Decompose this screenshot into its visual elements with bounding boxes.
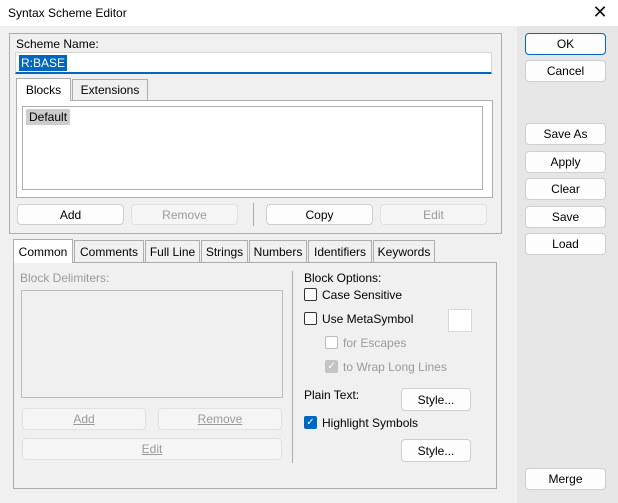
metasymbol-input[interactable] bbox=[448, 309, 472, 332]
clear-button[interactable]: Clear bbox=[525, 178, 606, 200]
cancel-button[interactable]: Cancel bbox=[525, 60, 606, 82]
highlight-symbols-checkbox[interactable]: ✓ bbox=[304, 416, 317, 429]
close-icon[interactable]: ✕ bbox=[590, 3, 610, 23]
tab-strings[interactable]: Strings bbox=[201, 240, 248, 262]
scheme-name-input[interactable]: R:BASE bbox=[15, 52, 492, 74]
window-title: Syntax Scheme Editor bbox=[8, 6, 127, 20]
case-sensitive-checkbox[interactable] bbox=[304, 288, 317, 301]
scheme-name-label: Scheme Name: bbox=[16, 37, 99, 51]
blocks-list[interactable]: Default bbox=[22, 106, 483, 190]
for-escapes-checkbox[interactable] bbox=[325, 336, 338, 349]
add-block-button[interactable]: Add bbox=[17, 204, 124, 225]
side-button-column bbox=[517, 26, 618, 503]
use-metasymbol-label: Use MetaSymbol bbox=[322, 312, 414, 326]
tab-numbers[interactable]: Numbers bbox=[249, 240, 307, 262]
scheme-name-value: R:BASE bbox=[19, 55, 68, 71]
tab-extensions[interactable]: Extensions bbox=[72, 79, 148, 100]
plain-text-style-button[interactable]: Style... bbox=[401, 388, 471, 411]
divider bbox=[253, 203, 254, 226]
check-icon: ✓ bbox=[306, 417, 315, 428]
block-delimiters-label: Block Delimiters: bbox=[20, 271, 110, 285]
tab-keywords[interactable]: Keywords bbox=[373, 240, 435, 262]
apply-button[interactable]: Apply bbox=[525, 151, 606, 173]
to-wrap-checkbox[interactable]: ✓ bbox=[325, 360, 338, 373]
for-escapes-label: for Escapes bbox=[343, 336, 407, 350]
plain-text-label: Plain Text: bbox=[304, 388, 360, 402]
remove-delimiter-button[interactable]: Remove bbox=[158, 408, 282, 430]
highlight-style-button[interactable]: Style... bbox=[401, 439, 471, 462]
block-options-label: Block Options: bbox=[304, 271, 382, 285]
to-wrap-label: to Wrap Long Lines bbox=[343, 360, 447, 374]
check-icon: ✓ bbox=[327, 361, 336, 372]
tab-full-line[interactable]: Full Line bbox=[145, 240, 200, 262]
remove-block-button[interactable]: Remove bbox=[131, 204, 238, 225]
highlight-symbols-label: Highlight Symbols bbox=[322, 416, 419, 430]
tab-blocks[interactable]: Blocks bbox=[16, 78, 71, 101]
vertical-divider bbox=[292, 271, 293, 463]
tab-common[interactable]: Common bbox=[13, 239, 73, 263]
save-as-button[interactable]: Save As bbox=[525, 123, 606, 145]
use-metasymbol-checkbox[interactable] bbox=[304, 312, 317, 325]
edit-delimiter-button[interactable]: Edit bbox=[22, 438, 282, 460]
tab-identifiers[interactable]: Identifiers bbox=[308, 240, 372, 262]
load-button[interactable]: Load bbox=[525, 233, 606, 255]
delimiters-list[interactable] bbox=[21, 290, 283, 398]
save-button[interactable]: Save bbox=[525, 206, 606, 228]
case-sensitive-label: Case Sensitive bbox=[322, 288, 403, 302]
ok-button[interactable]: OK bbox=[525, 33, 606, 55]
merge-button[interactable]: Merge bbox=[525, 468, 606, 490]
tab-comments[interactable]: Comments bbox=[74, 240, 144, 262]
edit-block-button[interactable]: Edit bbox=[380, 204, 487, 225]
copy-block-button[interactable]: Copy bbox=[266, 204, 373, 225]
add-delimiter-button[interactable]: Add bbox=[22, 408, 146, 430]
list-item[interactable]: Default bbox=[26, 109, 71, 125]
